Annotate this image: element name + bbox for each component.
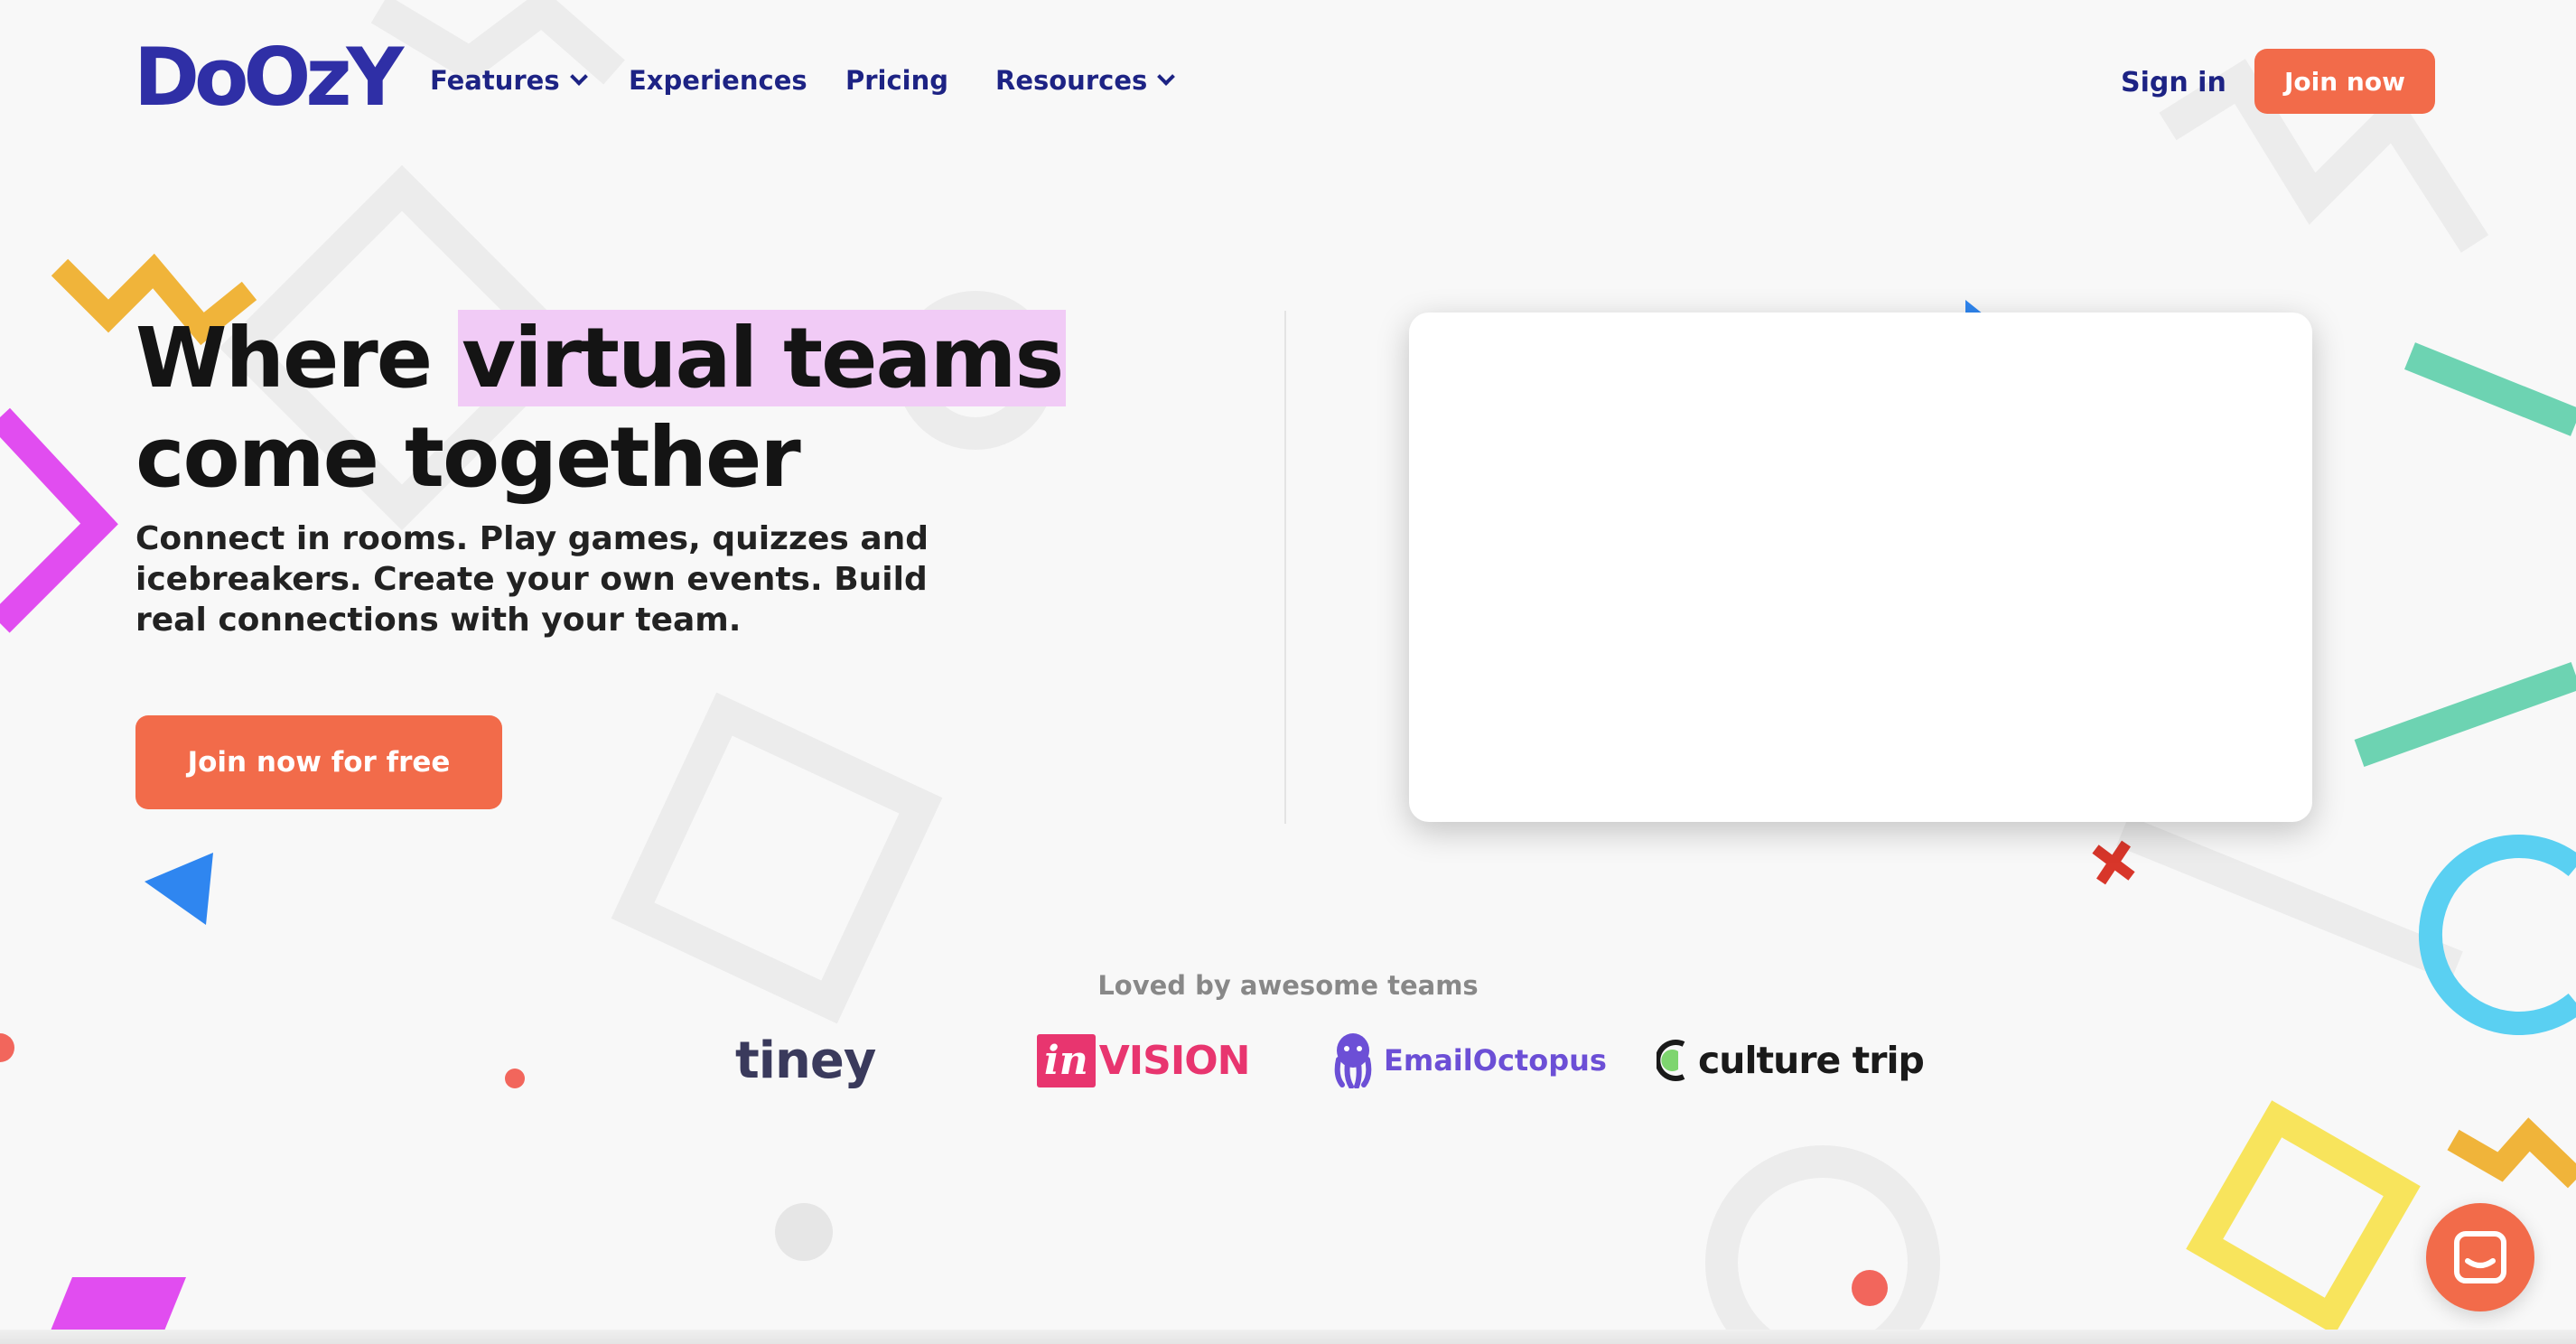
- invision-logo: in VISION: [1037, 1026, 1251, 1095]
- join-now-button[interactable]: Join now: [2254, 49, 2435, 114]
- hero-title-start: Where: [135, 310, 459, 406]
- emailoctopus-logo: EmailOctopus: [1331, 1026, 1607, 1095]
- deco-line-green-top: [2404, 342, 2576, 436]
- invision-logo-text: VISION: [1098, 1037, 1251, 1084]
- deco-triangle-blue: [145, 853, 213, 925]
- culture-trip-logo-text: culture trip: [1698, 1039, 1925, 1082]
- deco-zigzag-yellow-bottom: [2447, 1117, 2576, 1189]
- deco-line-grey: [2116, 816, 2463, 982]
- hero-subtitle: Connect in rooms. Play games, quizzes an…: [135, 520, 929, 639]
- chat-widget-button[interactable]: [2426, 1203, 2534, 1311]
- deco-ring-grey: [1705, 1145, 1940, 1344]
- deco-square-grey: [611, 692, 943, 1024]
- hero-title-highlight: virtual teams: [458, 310, 1067, 406]
- deco-chevron-magenta: [0, 407, 118, 633]
- nav-resources[interactable]: Resources: [995, 65, 1176, 96]
- chevron-down-icon: [569, 68, 588, 86]
- nav-experiences[interactable]: Experiences: [629, 65, 807, 96]
- deco-dot-red-small: [505, 1069, 525, 1088]
- bottom-edge: [0, 1330, 2576, 1344]
- hero-title: Where virtual teams come together: [135, 309, 1129, 508]
- culture-trip-logo: culture trip: [1657, 1026, 1925, 1095]
- sign-in-link[interactable]: Sign in: [2121, 67, 2226, 98]
- chevron-down-icon: [1157, 68, 1176, 86]
- invision-logo-box: in: [1037, 1033, 1096, 1087]
- join-now-for-free-button[interactable]: Join now for free: [135, 715, 502, 809]
- deco-dot-red-edge: [0, 1033, 14, 1062]
- emailoctopus-logo-text: EmailOctopus: [1384, 1043, 1607, 1078]
- loved-by-heading: Loved by awesome teams: [1097, 970, 1479, 1001]
- tiney-logo: tiney: [735, 1026, 876, 1095]
- octopus-icon: [1334, 1033, 1372, 1088]
- deco-cross-red: [2092, 840, 2135, 885]
- nav-pricing-label: Pricing: [845, 65, 949, 96]
- nav-pricing[interactable]: Pricing: [845, 65, 948, 96]
- culture-trip-icon: [1657, 1040, 1685, 1081]
- hero-media-card[interactable]: [1409, 313, 2312, 822]
- nav-features[interactable]: Features: [430, 65, 588, 96]
- deco-square-yellow: [2186, 1100, 2421, 1335]
- nav-features-label: Features: [430, 65, 560, 96]
- doozy-logo[interactable]: DoOzY: [134, 31, 404, 124]
- hero-title-end: come together: [135, 409, 801, 506]
- nav-experiences-label: Experiences: [629, 65, 807, 96]
- page: DoOzY Features Experiences Pricing Resou…: [0, 0, 2576, 1344]
- deco-dot-red: [1852, 1270, 1888, 1306]
- chat-icon: [2454, 1231, 2506, 1283]
- top-navigation: DoOzY Features Experiences Pricing Resou…: [0, 0, 2576, 163]
- hero-divider: [1284, 311, 1286, 824]
- tiney-logo-text: tiney: [735, 1031, 876, 1090]
- nav-resources-label: Resources: [995, 65, 1148, 96]
- deco-dot-grey: [775, 1203, 833, 1261]
- deco-line-green-bottom: [2354, 661, 2576, 768]
